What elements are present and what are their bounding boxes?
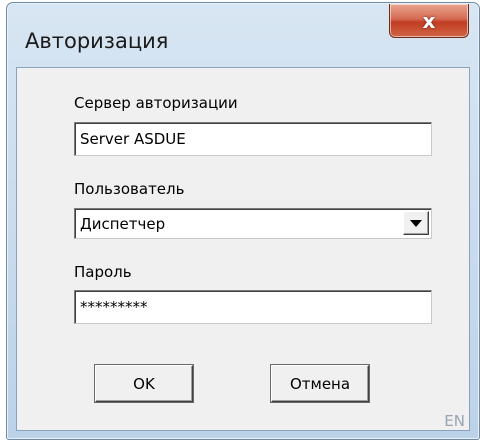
title-bar[interactable]: Авторизация x — [7, 3, 479, 67]
user-label: Пользователь — [74, 180, 185, 198]
dropdown-button[interactable] — [403, 211, 429, 235]
language-indicator: EN — [444, 412, 465, 430]
server-label: Сервер авторизации — [74, 94, 238, 112]
user-select[interactable]: Диспетчер — [74, 208, 432, 239]
close-icon: x — [422, 8, 436, 33]
server-field[interactable]: Server ASDUE — [74, 122, 432, 156]
server-value: Server ASDUE — [80, 130, 186, 148]
ok-button[interactable]: OK — [95, 365, 193, 402]
login-dialog: Авторизация x Сервер авторизации Server … — [6, 2, 480, 440]
close-button[interactable]: x — [389, 4, 469, 38]
password-field[interactable]: ********* — [74, 290, 432, 324]
dialog-body: Сервер авторизации Server ASDUE Пользова… — [16, 67, 470, 431]
password-value: ********* — [80, 298, 148, 316]
user-value: Диспетчер — [80, 214, 166, 233]
cancel-button[interactable]: Отмена — [271, 365, 369, 402]
chevron-down-icon — [410, 219, 422, 227]
dialog-title: Авторизация — [25, 29, 169, 53]
password-label: Пароль — [74, 263, 132, 281]
